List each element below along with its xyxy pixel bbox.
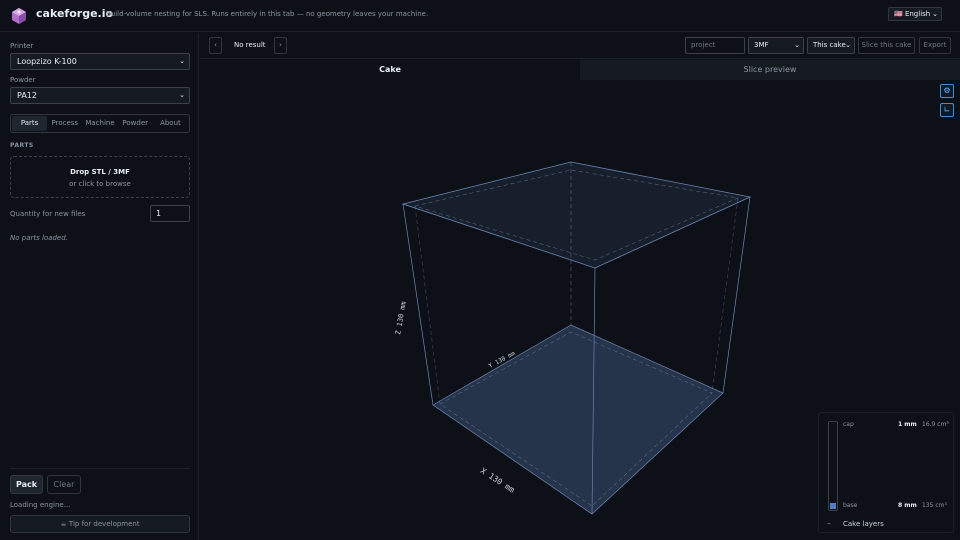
clear-button[interactable]: Clear: [47, 475, 81, 494]
z-axis-label: Z 130 mm: [394, 301, 408, 336]
build-floor: [432, 324, 724, 515]
file-dropzone[interactable]: Drop STL / 3MF or click to browse: [10, 156, 190, 198]
cap-label: cap: [843, 421, 854, 428]
next-result-button[interactable]: ›: [274, 37, 287, 54]
export-format-value: 3MF: [754, 41, 769, 49]
tip-button[interactable]: ☕ Tip for development: [10, 515, 190, 533]
export-scope-select[interactable]: This cake ⌄: [807, 37, 855, 54]
tab-about[interactable]: About: [153, 116, 188, 131]
divider: [10, 468, 190, 469]
dropzone-title: Drop STL / 3MF: [70, 168, 130, 176]
printer-select[interactable]: Loopzizo K-100 ⌄: [10, 53, 190, 70]
cake-layers-panel: cap 1 mm 16.9 cm³ base 8 mm 135 cm³ – Ca…: [818, 412, 954, 533]
empty-parts-message: No parts loaded.: [10, 234, 68, 242]
powder-label: Powder: [10, 76, 36, 84]
tab-powder[interactable]: Powder: [118, 116, 153, 131]
tip-label: Tip for development: [68, 520, 140, 528]
chevron-down-icon: ⌄: [794, 41, 800, 49]
sidebar: Printer Loopzizo K-100 ⌄ Powder PA12 ⌄ P…: [0, 33, 199, 540]
tagline: Build-volume nesting for SLS. Runs entir…: [106, 10, 429, 18]
tab-parts[interactable]: Parts: [12, 116, 48, 131]
pack-button[interactable]: Pack: [10, 475, 43, 494]
build-top-face: [401, 161, 752, 269]
tab-slice-preview[interactable]: Slice preview: [580, 60, 960, 80]
slice-cake-button[interactable]: Slice this cake: [858, 37, 915, 54]
tab-process[interactable]: Process: [47, 116, 82, 131]
printer-label: Printer: [10, 42, 34, 50]
x-axis-label: X 130 mm: [479, 466, 516, 495]
cap-thickness: 1 mm: [898, 421, 917, 428]
axes-icon[interactable]: ∟: [940, 103, 954, 117]
project-name-input[interactable]: project: [685, 37, 745, 54]
sidebar-tabs: Parts Process Machine Powder About: [10, 114, 190, 133]
dropzone-subtitle: or click to browse: [69, 180, 131, 188]
top-bar: cakeforge.io Build-volume nesting for SL…: [0, 0, 960, 32]
chevron-down-icon: ⌄: [845, 41, 851, 49]
printer-value: Loopzizo K-100: [17, 57, 77, 66]
parts-section-title: PARTS: [10, 142, 34, 149]
layer-slider[interactable]: [828, 421, 838, 511]
coffee-icon: ☕: [60, 520, 67, 528]
quantity-input[interactable]: 1: [150, 205, 190, 222]
prev-result-button[interactable]: ‹: [209, 37, 222, 54]
gear-icon[interactable]: ⚙: [940, 84, 954, 98]
result-status: No result: [234, 41, 266, 49]
loading-status: Loading engine...: [10, 501, 71, 509]
tab-machine[interactable]: Machine: [82, 116, 117, 131]
powder-select[interactable]: PA12 ⌄: [10, 87, 190, 104]
cap-volume: 16.9 cm³: [922, 421, 949, 428]
chevron-down-icon: ⌄: [179, 91, 185, 99]
layer-fill: [830, 503, 836, 509]
language-select[interactable]: 🇺🇸 English ⌄: [888, 7, 942, 21]
main-toolbar: ‹ No result › project 3MF ⌄ This cake ⌄ …: [200, 33, 960, 59]
base-label: base: [843, 502, 858, 509]
base-volume: 135 cm³: [922, 502, 947, 509]
export-format-select[interactable]: 3MF ⌄: [748, 37, 804, 54]
chevron-down-icon: ⌄: [179, 57, 185, 65]
tab-cake-view[interactable]: Cake: [200, 60, 580, 80]
chevron-down-icon: ⌄: [932, 10, 938, 18]
base-thickness: 8 mm: [898, 502, 917, 509]
quantity-label: Quantity for new files: [10, 210, 86, 218]
powder-value: PA12: [17, 91, 37, 100]
brand-name: cakeforge.io: [36, 7, 114, 20]
cake-logo-icon: [12, 8, 26, 24]
language-value: 🇺🇸 English: [894, 10, 931, 18]
export-button[interactable]: Export: [919, 37, 951, 54]
export-scope-value: This cake: [813, 41, 846, 49]
layers-title: Cake layers: [843, 520, 884, 528]
collapse-toggle[interactable]: –: [827, 519, 831, 528]
